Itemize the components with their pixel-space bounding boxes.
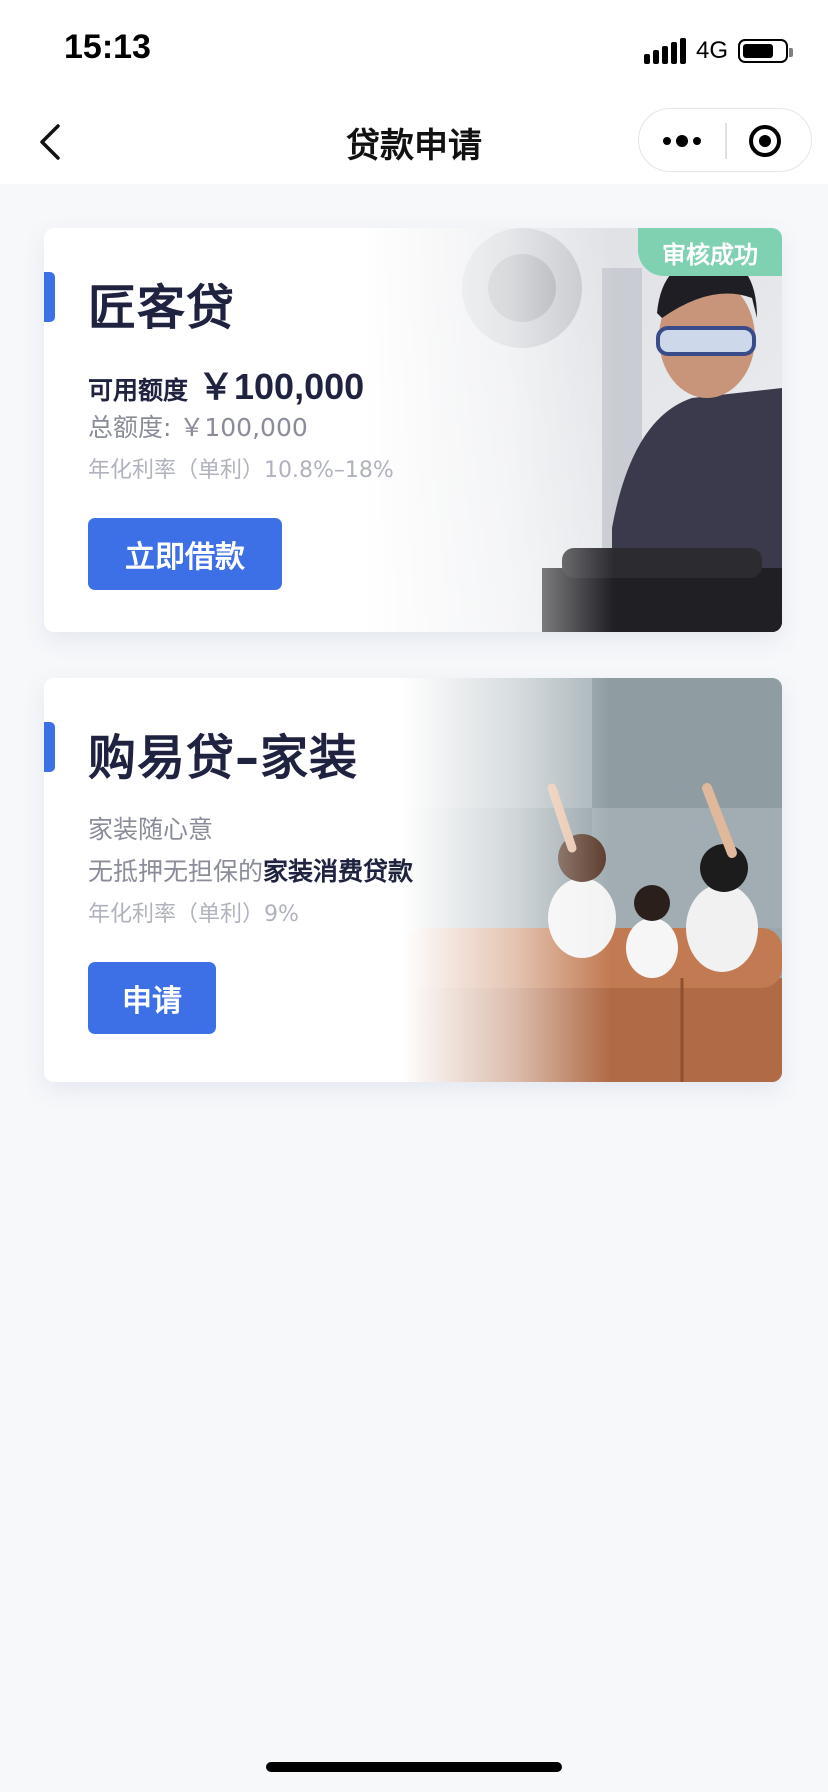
card-accent-bar	[44, 272, 55, 322]
status-time: 15:13	[64, 28, 151, 66]
interest-rate: 年化利率（单利）9%	[88, 902, 299, 927]
signal-icon	[643, 38, 686, 64]
card-accent-bar	[44, 722, 55, 772]
available-amount: ￥100,000	[198, 366, 365, 407]
close-target-icon[interactable]	[749, 125, 781, 157]
available-credit: 可用额度 ￥100,000	[88, 358, 364, 410]
description-prefix: 无抵押无担保的	[88, 857, 264, 886]
engineer-photo	[362, 228, 782, 632]
loan-card-home-decor[interactable]: 购易贷–家装 家装随心意 无抵押无担保的家装消费贷款 年化利率（单利）9% 申请	[44, 678, 782, 1082]
status-bar: 15:13 4G	[0, 0, 828, 100]
product-description: 无抵押无担保的家装消费贷款	[88, 852, 413, 888]
borrow-now-button[interactable]: 立即借款	[88, 518, 282, 590]
product-title: 购易贷–家装	[88, 730, 359, 786]
status-indicators: 4G	[643, 36, 793, 66]
capsule-divider	[725, 123, 727, 159]
total-credit: 总额度: ￥100,000	[88, 413, 308, 442]
network-label: 4G	[695, 37, 728, 64]
battery-level	[743, 44, 773, 58]
more-dots-icon[interactable]	[639, 109, 725, 173]
family-on-sofa-photo	[402, 678, 782, 1082]
battery-icon	[738, 39, 793, 63]
interest-rate: 年化利率（单利）10.8%–18%	[88, 458, 394, 483]
mini-program-capsule	[638, 108, 812, 172]
description-highlight: 家装消费贷款	[263, 857, 414, 886]
nav-bar: 贷款申请	[0, 100, 828, 184]
available-label: 可用额度	[88, 376, 189, 405]
product-title: 匠客贷	[88, 280, 236, 336]
status-badge: 审核成功	[638, 228, 782, 276]
tagline: 家装随心意	[88, 815, 214, 844]
apply-button[interactable]: 申请	[88, 962, 216, 1034]
loan-card-jiangke[interactable]: 匠客贷 审核成功 可用额度 ￥100,000 总额度: ￥100,000 年化利…	[44, 228, 782, 632]
home-indicator[interactable]	[266, 1762, 562, 1772]
